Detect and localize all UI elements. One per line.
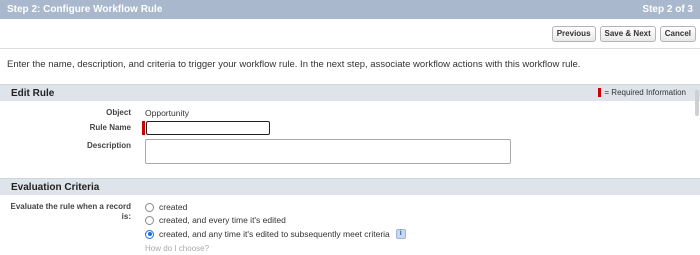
radio-option-created-and-edited[interactable]: created, and every time it's edited — [145, 215, 286, 225]
radio-button-selected[interactable] — [145, 229, 154, 239]
required-legend: = Required Information — [598, 88, 686, 98]
how-do-i-choose-link[interactable]: How do I choose? — [145, 244, 209, 253]
rule-name-input[interactable] — [146, 121, 270, 135]
page-title: Step 2: Configure Workflow Rule — [7, 4, 163, 15]
page-header-bar: Step 2: Configure Workflow Rule Step 2 o… — [0, 0, 700, 19]
previous-button[interactable]: Previous — [551, 26, 596, 42]
step-indicator: Step 2 of 3 — [642, 4, 693, 15]
radio-label: created — [159, 202, 188, 212]
info-icon[interactable]: i — [395, 229, 406, 239]
object-label: Object — [106, 108, 131, 117]
radio-label: created, and every time it's edited — [159, 215, 286, 225]
evaluate-rule-label: Evaluate the rule when a record is: — [10, 202, 131, 221]
evaluation-criteria-section-header: Evaluation Criteria — [0, 178, 700, 195]
description-textarea[interactable] — [145, 139, 511, 164]
radio-option-created[interactable]: created — [145, 202, 187, 212]
evaluation-criteria-title: Evaluation Criteria — [11, 182, 100, 193]
scrollbar[interactable] — [695, 90, 699, 116]
description-label: Description — [86, 141, 131, 150]
radio-label: created, and any time it's edited to sub… — [159, 229, 390, 239]
rule-name-label: Rule Name — [89, 123, 131, 132]
divider — [0, 48, 700, 49]
radio-option-created-and-meets-criteria[interactable]: created, and any time it's edited to sub… — [145, 229, 406, 239]
edit-rule-section-header: Edit Rule = Required Information — [0, 84, 700, 101]
intro-text: Enter the name, description, and criteri… — [7, 59, 581, 70]
edit-rule-title: Edit Rule — [11, 88, 55, 99]
cancel-button[interactable]: Cancel — [659, 26, 696, 42]
save-and-next-button[interactable]: Save & Next — [599, 26, 656, 42]
radio-button[interactable] — [145, 215, 154, 225]
radio-button[interactable] — [145, 202, 154, 212]
required-marker-icon — [598, 88, 602, 98]
required-marker-icon — [142, 121, 145, 135]
object-value: Opportunity — [145, 108, 189, 118]
top-button-bar: Previous Save & Next Cancel — [551, 26, 696, 42]
